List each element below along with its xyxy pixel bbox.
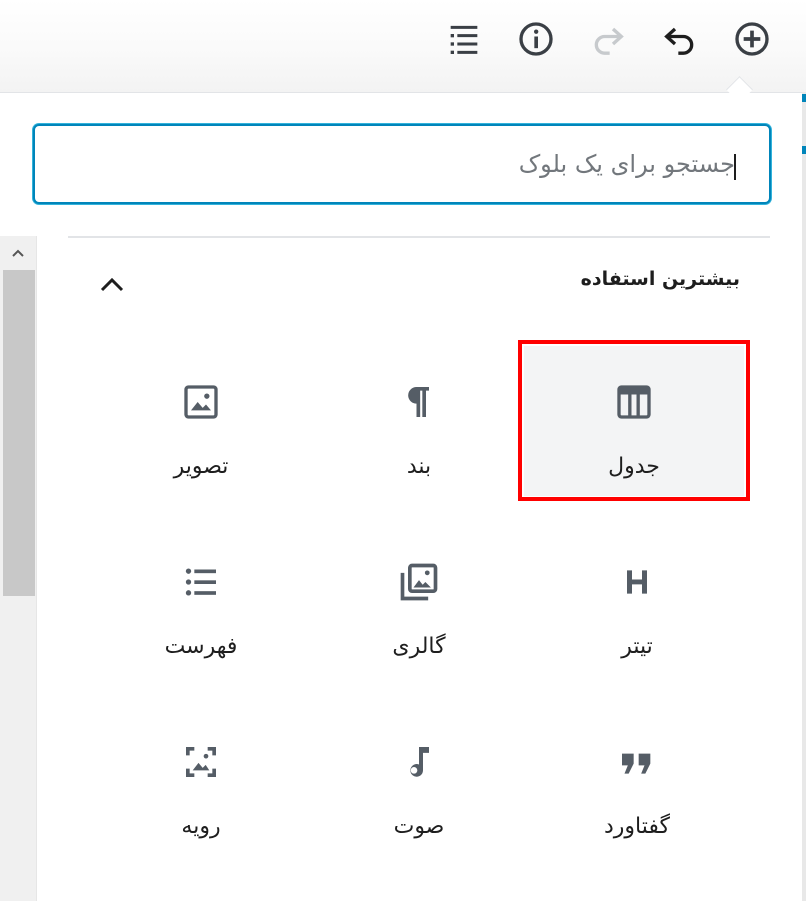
- block-image[interactable]: تصویر: [91, 346, 311, 496]
- image-icon: [179, 380, 223, 424]
- info-button[interactable]: [514, 17, 558, 61]
- scrollbar-thumb[interactable]: [3, 270, 35, 596]
- block-gallery[interactable]: گالری: [309, 526, 529, 676]
- block-label: گفتاورد: [604, 814, 670, 839]
- block-quote[interactable]: گفتاورد: [527, 706, 747, 856]
- block-label: فهرست: [164, 634, 238, 659]
- block-heading[interactable]: تیتر: [527, 526, 747, 676]
- block-search-field[interactable]: [33, 124, 771, 204]
- block-label: تیتر: [621, 634, 653, 659]
- editor-toolbar: [0, 0, 806, 93]
- undo-icon: [664, 27, 694, 55]
- block-label: رویه: [181, 814, 221, 839]
- block-label: جدول: [608, 454, 660, 479]
- block-label: گالری: [392, 634, 446, 659]
- chevron-up-icon: [100, 277, 124, 292]
- block-label: تصویر: [173, 454, 229, 479]
- edge-marker: [802, 94, 806, 102]
- table-icon: [612, 380, 656, 424]
- list-icon: [179, 560, 223, 604]
- gallery-icon: [397, 560, 441, 604]
- block-list[interactable]: فهرست: [91, 526, 311, 676]
- paragraph-icon: [397, 380, 441, 424]
- editor-edge: [802, 92, 806, 901]
- plus-circle-icon: [735, 22, 769, 56]
- quote-icon: [615, 740, 659, 784]
- undo-button[interactable]: [658, 17, 702, 61]
- panel-collapse-button[interactable]: [94, 266, 130, 302]
- redo-button[interactable]: [586, 17, 630, 61]
- edge-marker: [802, 146, 806, 154]
- block-paragraph[interactable]: بند: [309, 346, 529, 496]
- search-divider: [68, 236, 770, 238]
- outline-button[interactable]: [442, 17, 486, 61]
- block-audio[interactable]: صوت: [309, 706, 529, 856]
- block-label: صوت: [393, 814, 445, 839]
- block-search-input[interactable]: [35, 126, 769, 202]
- block-cover[interactable]: رویه: [91, 706, 311, 856]
- outline-list-icon: [450, 25, 478, 54]
- add-block-button[interactable]: [730, 17, 774, 61]
- audio-icon: [397, 740, 441, 784]
- info-icon: [519, 22, 553, 56]
- text-caret: [734, 154, 736, 180]
- block-table[interactable]: جدول: [524, 346, 744, 496]
- heading-icon: [615, 560, 659, 604]
- panel-title: بیشترین استفاده: [580, 268, 740, 290]
- scroll-up-arrow[interactable]: [0, 236, 36, 270]
- block-label: بند: [406, 454, 432, 479]
- scrollbar[interactable]: [0, 236, 37, 901]
- redo-icon: [594, 27, 624, 55]
- cover-icon: [179, 740, 223, 784]
